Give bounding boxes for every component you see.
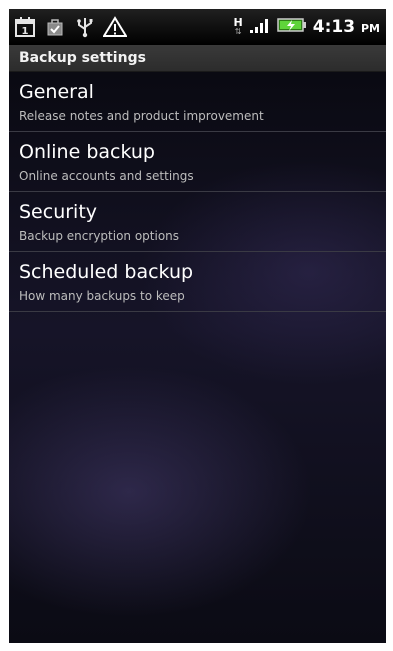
settings-item-general[interactable]: General Release notes and product improv… [9, 72, 386, 132]
phone-screen: 1 H ⇅ 4:13 PM Backup settings General Re… [9, 9, 386, 643]
settings-item-scheduled-backup[interactable]: Scheduled backup How many backups to kee… [9, 252, 386, 312]
calendar-day: 1 [22, 26, 29, 37]
h-network-icon: H ⇅ [233, 16, 243, 36]
settings-item-subtitle: How many backups to keep [19, 289, 185, 303]
settings-item-online-backup[interactable]: Online backup Online accounts and settin… [9, 132, 386, 192]
signal-icon [249, 16, 271, 38]
clock-time: 4:13 [312, 17, 356, 37]
settings-item-title: Scheduled backup [19, 261, 194, 283]
settings-item-security[interactable]: Security Backup encryption options [9, 192, 386, 252]
status-bar: 1 H ⇅ 4:13 PM [9, 9, 386, 45]
settings-item-title: Security [19, 201, 98, 223]
settings-list: General Release notes and product improv… [9, 72, 386, 643]
settings-item-title: Online backup [19, 141, 155, 163]
settings-item-subtitle: Release notes and product improvement [19, 109, 264, 123]
calendar-icon[interactable]: 1 [13, 15, 37, 39]
page-title: Backup settings [19, 50, 146, 66]
settings-item-title: General [19, 81, 94, 103]
battery-charging-icon [277, 16, 307, 38]
settings-item-subtitle: Backup encryption options [19, 229, 180, 243]
settings-item-subtitle: Online accounts and settings [19, 169, 194, 183]
title-bar: Backup settings [9, 45, 386, 72]
notification-icons: 1 [13, 15, 127, 39]
clock: 4:13 PM [313, 17, 380, 37]
usb-icon[interactable] [73, 15, 97, 39]
warning-icon[interactable] [103, 15, 127, 39]
network-type-label: H [233, 16, 243, 29]
status-right: H ⇅ 4:13 PM [234, 9, 380, 45]
clock-ampm: PM [360, 22, 380, 35]
checkbox-bag-icon[interactable] [43, 15, 67, 39]
